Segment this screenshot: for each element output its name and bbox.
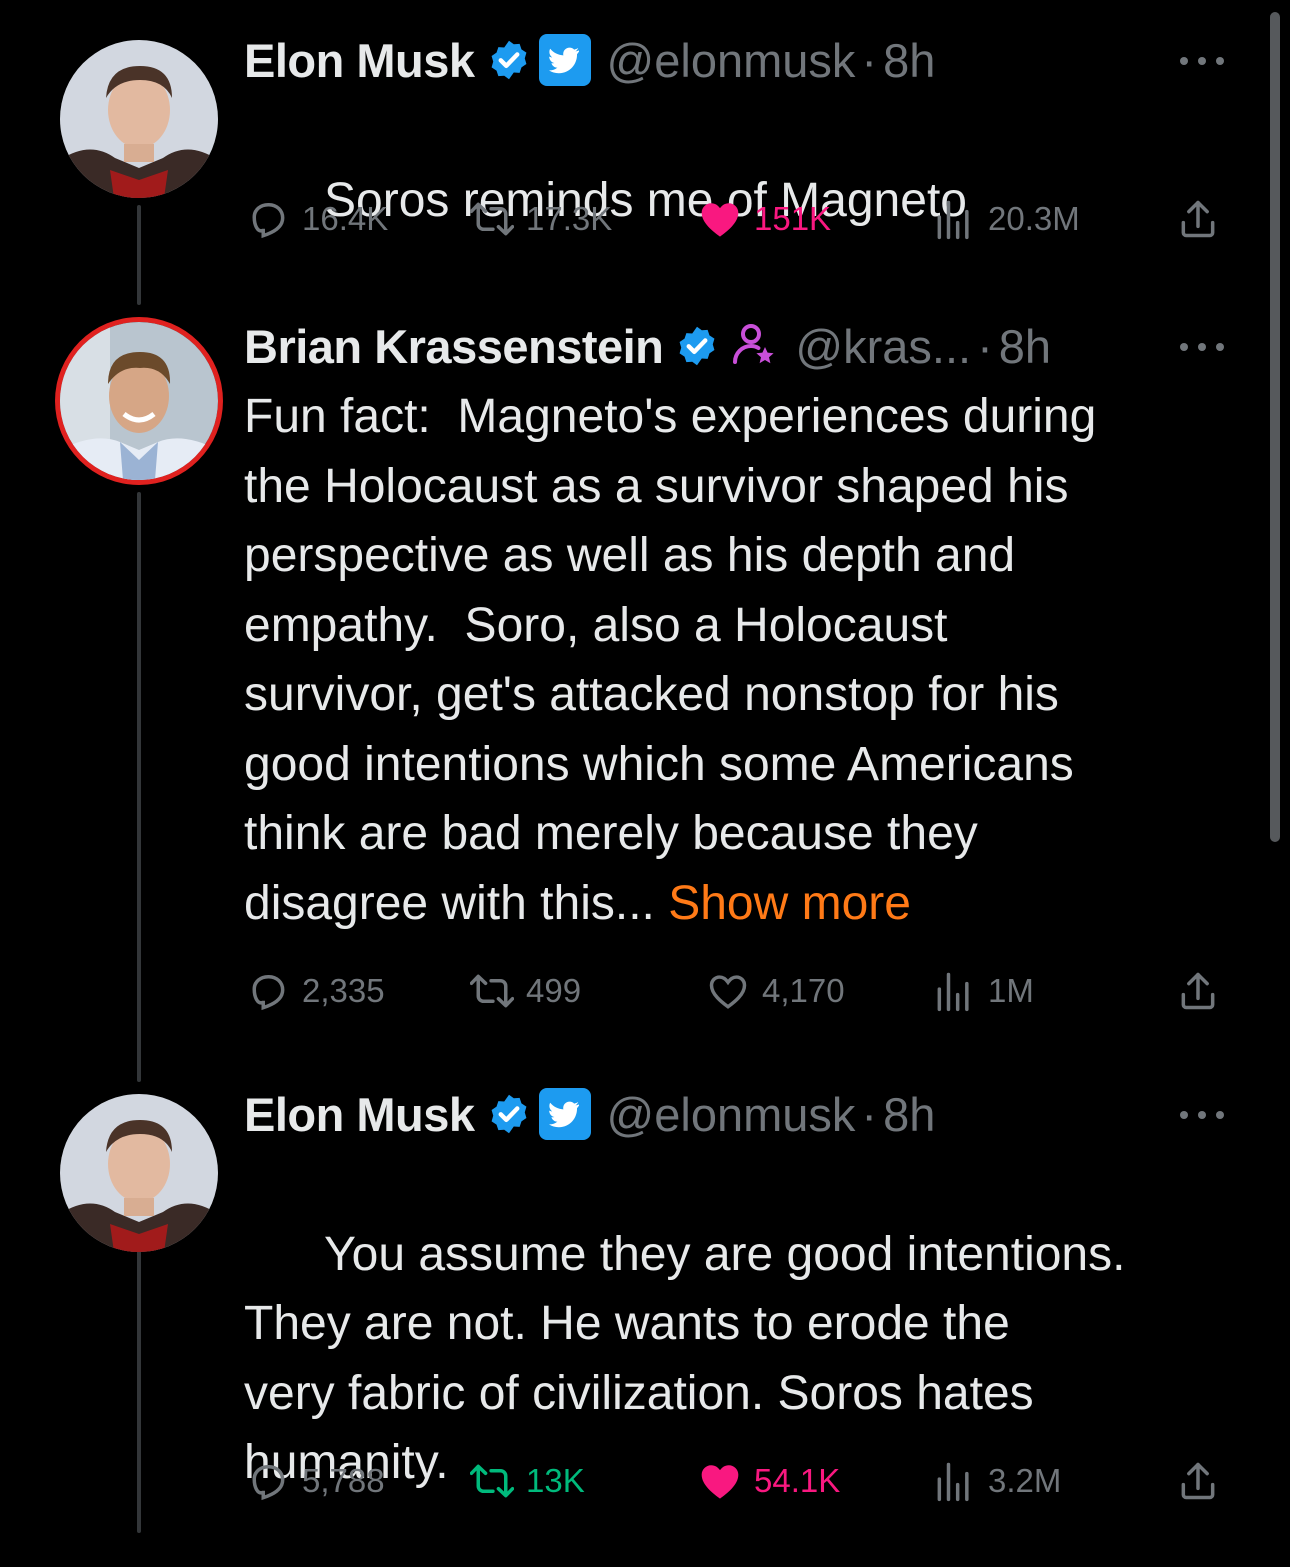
heart-filled-icon [701,1465,739,1499]
reply-icon [252,1464,285,1501]
thread-connector [137,205,141,305]
reply-icon [252,974,285,1011]
more-options-icon[interactable] [1180,54,1224,68]
view-count: 1M [988,972,1034,1009]
views-button[interactable]: 1M [932,966,1034,1016]
scrollbar[interactable] [1270,12,1280,842]
like-count: 151K [754,200,832,237]
subscriber-person-star-icon [733,324,775,364]
reply-button[interactable]: 16.4K [246,194,388,244]
more-options-icon[interactable] [1180,340,1224,354]
share-button[interactable] [1176,1456,1232,1506]
share-button[interactable] [1176,194,1232,244]
twitter-bird-icon [538,1088,591,1140]
action-bar: 5,788 13K 54.1K 3.2M [244,1456,1224,1506]
reply-count: 16.4K [302,200,389,237]
handle[interactable]: @elonmusk [607,1087,856,1142]
handle[interactable]: @kras... [795,319,971,374]
action-bar: 16.4K 17.3K 151K 20.3M [244,194,1224,244]
display-name[interactable]: Brian Krassenstein [244,319,664,374]
view-count: 3.2M [988,1462,1062,1499]
timestamp[interactable]: 8h [883,1087,935,1142]
retweet-count: 13K [526,1462,585,1499]
views-button[interactable]: 3.2M [932,1456,1061,1506]
retweet-button[interactable]: 17.3K [470,194,612,244]
share-icon [1181,972,1215,1010]
tweet-text: Fun fact: Magneto's experiences during t… [244,382,1224,938]
tweet-body: You assume they are good intentions. The… [244,1227,1126,1490]
tweet-body: Fun fact: Magneto's experiences during t… [244,390,1097,930]
avatar[interactable] [60,322,218,480]
share-icon [1181,1462,1215,1500]
retweet-icon [470,1464,514,1498]
tweet-header: Elon Musk @elonmusk · 8h [244,30,1224,90]
like-button[interactable]: 4,170 [706,966,845,1016]
views-icon [937,1462,969,1502]
verified-check-icon[interactable] [487,1092,531,1136]
reply-button[interactable]: 5,788 [246,1456,385,1506]
views-button[interactable]: 20.3M [932,194,1080,244]
reply-button[interactable]: 2,335 [246,966,385,1016]
timestamp[interactable]: 8h [883,33,935,88]
tweet-header: Elon Musk @elonmusk · 8h [244,1084,1224,1144]
share-button[interactable] [1176,966,1232,1016]
handle[interactable]: @elonmusk [607,33,856,88]
view-count: 20.3M [988,200,1080,237]
tweet-header: Brian Krassenstein @kras... · 8h [244,316,1224,376]
reply-count: 2,335 [302,972,385,1009]
display-name[interactable]: Elon Musk [244,1087,475,1142]
views-icon [937,972,969,1012]
separator-dot: · [977,319,993,373]
share-icon [1181,200,1215,238]
retweet-icon [470,974,514,1008]
like-button[interactable]: 54.1K [698,1456,840,1506]
avatar[interactable] [60,1094,218,1252]
display-name[interactable]: Elon Musk [244,33,475,88]
heart-filled-icon [701,203,739,237]
separator-dot: · [861,33,878,87]
more-options-icon[interactable] [1180,1108,1224,1122]
separator-dot: · [861,1087,878,1141]
verified-check-icon[interactable] [487,38,531,82]
views-icon [937,200,969,240]
show-more-link[interactable]: Show more [668,877,911,930]
like-count: 54.1K [754,1462,841,1499]
action-bar: 2,335 499 4,170 1M [244,966,1224,1016]
reply-icon [252,202,285,239]
thread-connector [137,492,141,1082]
retweet-button[interactable]: 499 [470,966,581,1016]
twitter-bird-icon [538,34,591,86]
retweet-button[interactable]: 13K [470,1456,585,1506]
timestamp[interactable]: 8h [999,319,1051,374]
verified-check-icon[interactable] [675,324,719,368]
retweet-count: 17.3K [526,200,613,237]
thread-connector [137,1236,141,1533]
like-button[interactable]: 151K [698,194,831,244]
heart-outline-icon [709,975,747,1009]
reply-count: 5,788 [302,1462,385,1499]
avatar[interactable] [60,40,218,198]
retweet-icon [470,202,514,236]
retweet-count: 499 [526,972,582,1009]
like-count: 4,170 [762,972,845,1009]
